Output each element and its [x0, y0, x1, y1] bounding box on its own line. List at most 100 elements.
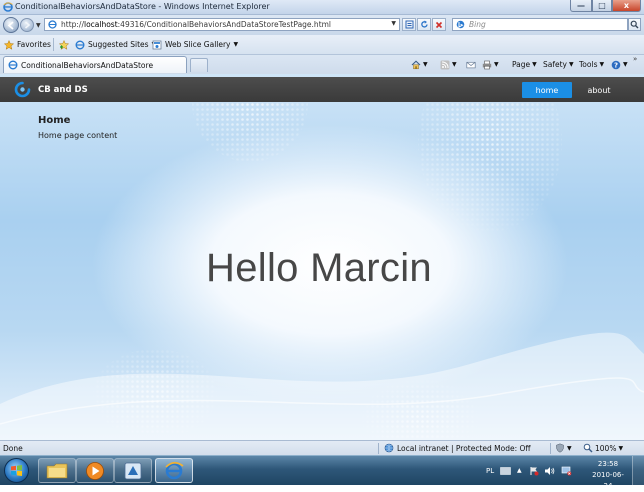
page-subtitle: Home page content — [38, 131, 118, 140]
back-arrow-icon — [7, 20, 14, 30]
new-tab-button[interactable] — [190, 58, 208, 72]
page-menu[interactable]: Page ▼ — [512, 58, 537, 71]
minimize-button[interactable]: — — [570, 0, 592, 12]
language-label: PL — [486, 466, 495, 475]
tray-volume[interactable] — [544, 456, 555, 485]
maximize-button[interactable]: □ — [592, 0, 612, 12]
address-dropdown-icon[interactable]: ▼ — [391, 20, 396, 27]
compatibility-view-button[interactable] — [402, 18, 416, 31]
search-icon — [630, 20, 639, 29]
clock-date: 2010-06-24 — [592, 471, 624, 490]
print-button[interactable]: ▼ — [482, 58, 499, 71]
taskbar-app-internet-explorer[interactable] — [155, 458, 193, 483]
zoom-control[interactable]: 100% ▼ — [583, 443, 623, 453]
tray-action-center[interactable] — [529, 456, 539, 485]
show-desktop-button[interactable] — [632, 456, 644, 485]
address-field[interactable]: http://localhost:49316/ConditionalBehavi… — [44, 18, 400, 31]
blend-icon — [124, 462, 142, 479]
suggested-sites-label: Suggested Sites — [88, 40, 149, 49]
tab-label: ConditionalBehaviorsAndDataStore — [21, 60, 154, 70]
suggested-sites-link[interactable]: Suggested Sites ▼ — [75, 38, 156, 51]
home-icon — [411, 59, 421, 69]
taskbar-app-windows-explorer[interactable] — [38, 458, 76, 483]
web-slice-icon — [152, 40, 162, 49]
start-button[interactable] — [4, 458, 29, 483]
url-path: :49316/ConditionalBehaviorsAndDataStoreT… — [117, 20, 332, 29]
stop-button[interactable] — [432, 18, 446, 31]
tray-keyboard[interactable] — [500, 456, 511, 485]
background-wave — [0, 332, 644, 440]
browser-window: ConditionalBehaviorsAndDataStore - Windo… — [0, 0, 644, 490]
bing-icon — [456, 20, 465, 29]
favorites-label: Favorites — [17, 40, 51, 49]
tools-menu[interactable]: Tools ▼ — [579, 58, 604, 71]
printer-icon — [482, 60, 492, 69]
show-hidden-icons-button[interactable]: ▲ — [517, 456, 522, 485]
taskbar-clock[interactable]: 23:58 2010-06-24 — [588, 459, 628, 492]
web-slice-gallery-link[interactable]: Web Slice Gallery ▼ — [152, 38, 238, 51]
url-prefix: http:// — [61, 20, 84, 29]
svg-text:?: ? — [614, 61, 618, 69]
home-button[interactable]: ▼ — [411, 58, 428, 71]
refresh-icon — [420, 20, 428, 28]
safety-menu[interactable]: Safety ▼ — [543, 58, 574, 71]
keyboard-icon — [500, 466, 511, 475]
add-to-favorites-bar-button[interactable] — [59, 38, 69, 51]
background-dot-pattern-right — [418, 82, 562, 232]
intranet-globe-icon — [384, 443, 394, 453]
ie-page-icon — [75, 40, 85, 49]
taskbar-app-expression-blend[interactable] — [114, 458, 152, 483]
ie-icon — [3, 2, 13, 12]
url-host: localhost — [83, 20, 118, 29]
hero-greeting: Hello Marcin — [206, 246, 432, 290]
refresh-button[interactable] — [417, 18, 431, 31]
chevron-down-icon: ▼ — [452, 61, 457, 68]
chevron-down-icon: ▼ — [569, 61, 574, 68]
search-placeholder: Bing — [469, 20, 486, 29]
chevron-down-icon: ▼ — [623, 61, 628, 68]
taskbar: PL ▲ 23:58 2010-06-24 — [0, 455, 644, 490]
nav-link-about[interactable]: about — [578, 82, 620, 98]
help-button[interactable]: ? ▼ — [611, 58, 628, 71]
chevron-down-icon: ▼ — [494, 61, 499, 68]
close-button[interactable]: x — [612, 0, 641, 12]
chevron-down-icon: ▼ — [618, 444, 624, 452]
tray-network[interactable] — [561, 456, 572, 485]
safety-menu-label: Safety — [543, 60, 567, 69]
page-menu-label: Page — [512, 60, 531, 69]
star-icon — [4, 39, 14, 50]
status-separator — [550, 443, 551, 454]
site-logo-icon — [14, 81, 31, 98]
clock-time: 23:58 — [597, 460, 619, 468]
feeds-button[interactable]: ▼ — [440, 58, 457, 71]
ie-icon — [165, 461, 184, 479]
nav-link-home[interactable]: home — [522, 82, 572, 98]
site-header: CB and DS home about — [0, 77, 644, 102]
security-zone-label: Local intranet | Protected Mode: Off — [397, 443, 531, 453]
tab-row: ConditionalBehaviorsAndDataStore ▼ ▼ ▼ P… — [0, 55, 644, 73]
language-indicator[interactable]: PL — [486, 456, 494, 485]
taskbar-app-media-player[interactable] — [76, 458, 114, 483]
forward-button[interactable] — [20, 18, 34, 32]
media-player-icon — [86, 461, 104, 480]
chevron-down-icon: ▼ — [233, 41, 239, 48]
back-button[interactable] — [3, 17, 19, 33]
recent-pages-dropdown-icon[interactable]: ▼ — [36, 22, 41, 29]
popup-blocker-button[interactable]: ▼ — [555, 443, 572, 453]
network-icon — [561, 466, 572, 475]
command-bar-overflow[interactable]: » — [633, 55, 637, 63]
tools-menu-label: Tools — [579, 60, 598, 69]
search-input[interactable]: Bing — [452, 18, 628, 31]
security-zone[interactable]: Local intranet | Protected Mode: Off — [384, 443, 531, 453]
web-slice-gallery-label: Web Slice Gallery — [165, 40, 231, 49]
search-button[interactable] — [628, 18, 641, 31]
chevron-down-icon: ▼ — [599, 61, 605, 68]
tab-active[interactable]: ConditionalBehaviorsAndDataStore — [3, 56, 187, 73]
favorites-button[interactable]: Favorites — [4, 38, 51, 51]
chevron-up-icon: ▲ — [517, 467, 522, 474]
chevron-down-icon: ▼ — [532, 61, 537, 68]
chevron-down-icon: ▼ — [567, 444, 572, 452]
read-mail-button[interactable] — [466, 58, 476, 71]
help-icon: ? — [611, 60, 621, 69]
ie-page-icon — [8, 60, 18, 70]
